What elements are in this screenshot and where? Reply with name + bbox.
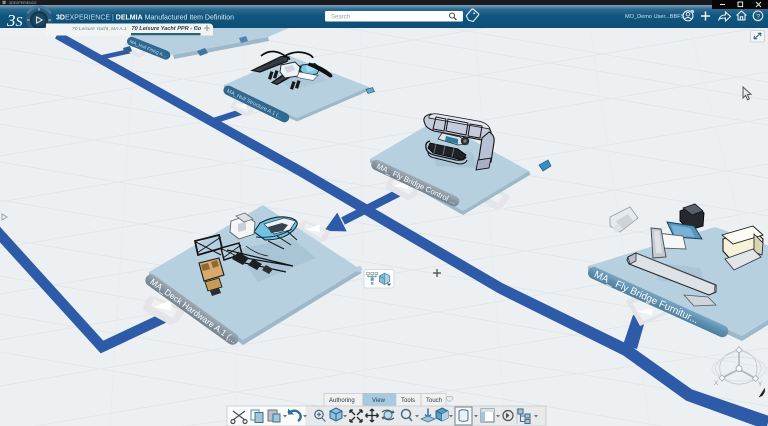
svg-text:Search: Search	[331, 15, 350, 21]
svg-text:70 Leisure Yacht PPR - Co: 70 Leisure Yacht PPR - Co	[132, 26, 202, 32]
svg-text:70 Leisure Yacht_MA A.1: 70 Leisure Yacht_MA A.1	[72, 26, 127, 32]
svg-text:Tools: Tools	[401, 398, 415, 404]
svg-text:3DEXPERIENCE | DELMIA Manufact: 3DEXPERIENCE | DELMIA Manufactured Item …	[56, 15, 234, 22]
svg-text:Touch: Touch	[426, 398, 442, 404]
svg-text:Authoring: Authoring	[329, 398, 355, 404]
svg-text:3DEXPERIENCE: 3DEXPERIENCE	[9, 1, 37, 5]
svg-text:3: 3	[6, 11, 16, 30]
svg-text:S: S	[16, 15, 23, 30]
svg-text:?: ?	[756, 13, 760, 20]
svg-text:X: X	[714, 380, 719, 387]
svg-text:View: View	[372, 398, 386, 404]
svg-text:MO_Demo User...BBFS: MO_Demo User...BBFS	[625, 14, 685, 20]
svg-text:Y: Y	[758, 381, 763, 388]
